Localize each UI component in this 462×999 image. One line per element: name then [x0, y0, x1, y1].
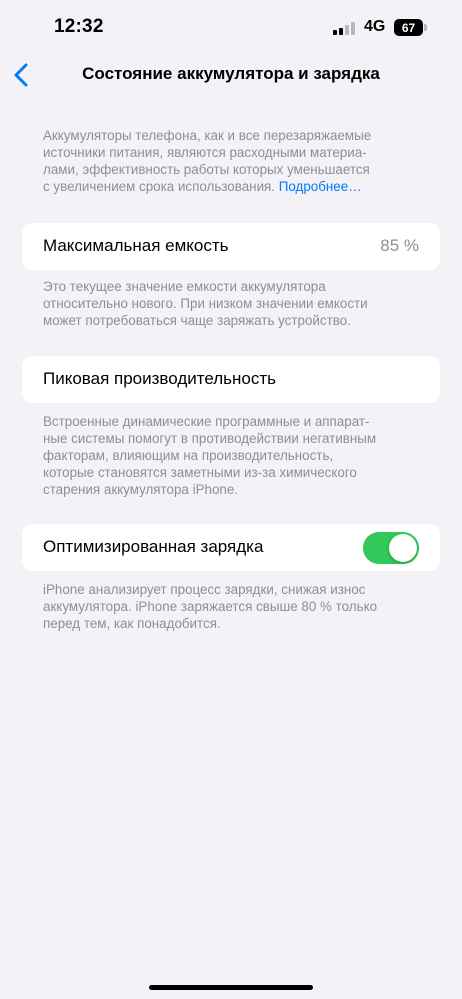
footnote-line: Это текущее значение емкости аккумулятор…	[43, 279, 326, 294]
optimized-charging-row: Оптимизированная зарядка	[22, 524, 440, 571]
status-bar: 12:32 4G 67	[0, 0, 462, 56]
footnote-line: ные системы помогут в противодействии не…	[43, 431, 377, 446]
intro-description: Аккумуляторы телефона, как и все перезар…	[43, 127, 423, 195]
footnote-line: старения аккумулятора iPhone.	[43, 482, 239, 497]
toggle-knob	[389, 534, 417, 562]
navigation-bar: Состояние аккумулятора и зарядка	[0, 56, 462, 96]
max-capacity-value: 85 %	[380, 236, 419, 255]
peak-performance-label: Пиковая производительность	[43, 369, 277, 388]
battery-icon: 67	[394, 19, 427, 36]
footnote-line: которые становятся заметными из-за химич…	[43, 465, 357, 480]
home-indicator[interactable]	[149, 985, 313, 990]
optimized-charging-label: Оптимизированная зарядка	[43, 537, 264, 556]
footnote-line: перед тем, как понадобится.	[43, 616, 221, 631]
footnote-line: факторам, влияющим на производительность…	[43, 448, 334, 463]
peak-performance-row: Пиковая производительность	[22, 356, 440, 403]
optimized-charging-footnote: iPhone анализирует процесс зарядки, сниж…	[43, 581, 423, 632]
max-capacity-label: Максимальная емкость	[43, 236, 229, 255]
footnote-line: Встроенные динамические программные и ап…	[43, 414, 370, 429]
intro-line-text: с увеличением срока использования.	[43, 179, 276, 194]
max-capacity-row: Максимальная емкость 85 %	[22, 223, 440, 270]
network-type: 4G	[364, 18, 386, 35]
intro-line: с увеличением срока использования. Подро…	[43, 178, 423, 195]
battery-level: 67	[394, 19, 423, 36]
cellular-signal-icon	[333, 22, 357, 35]
intro-line: Аккумуляторы телефона, как и все перезар…	[43, 128, 372, 143]
optimized-charging-toggle[interactable]	[363, 532, 419, 564]
page-title: Состояние аккумулятора и зарядка	[82, 64, 380, 83]
intro-line: лами, эффективность работы которых умень…	[43, 162, 370, 177]
learn-more-link[interactable]: Подробнее…	[279, 179, 362, 194]
footnote-line: может потребоваться чаще заряжать устрой…	[43, 313, 351, 328]
intro-line: источники питания, являются расходными м…	[43, 145, 367, 160]
footnote-line: аккумулятора. iPhone заряжается свыше 80…	[43, 599, 378, 614]
footnote-line: iPhone анализирует процесс зарядки, сниж…	[43, 582, 366, 597]
max-capacity-footnote: Это текущее значение емкости аккумулятор…	[43, 278, 423, 329]
peak-performance-footnote: Встроенные динамические программные и ап…	[43, 413, 423, 498]
status-time: 12:32	[54, 16, 104, 37]
footnote-line: относительно нового. При низком значении…	[43, 296, 368, 311]
